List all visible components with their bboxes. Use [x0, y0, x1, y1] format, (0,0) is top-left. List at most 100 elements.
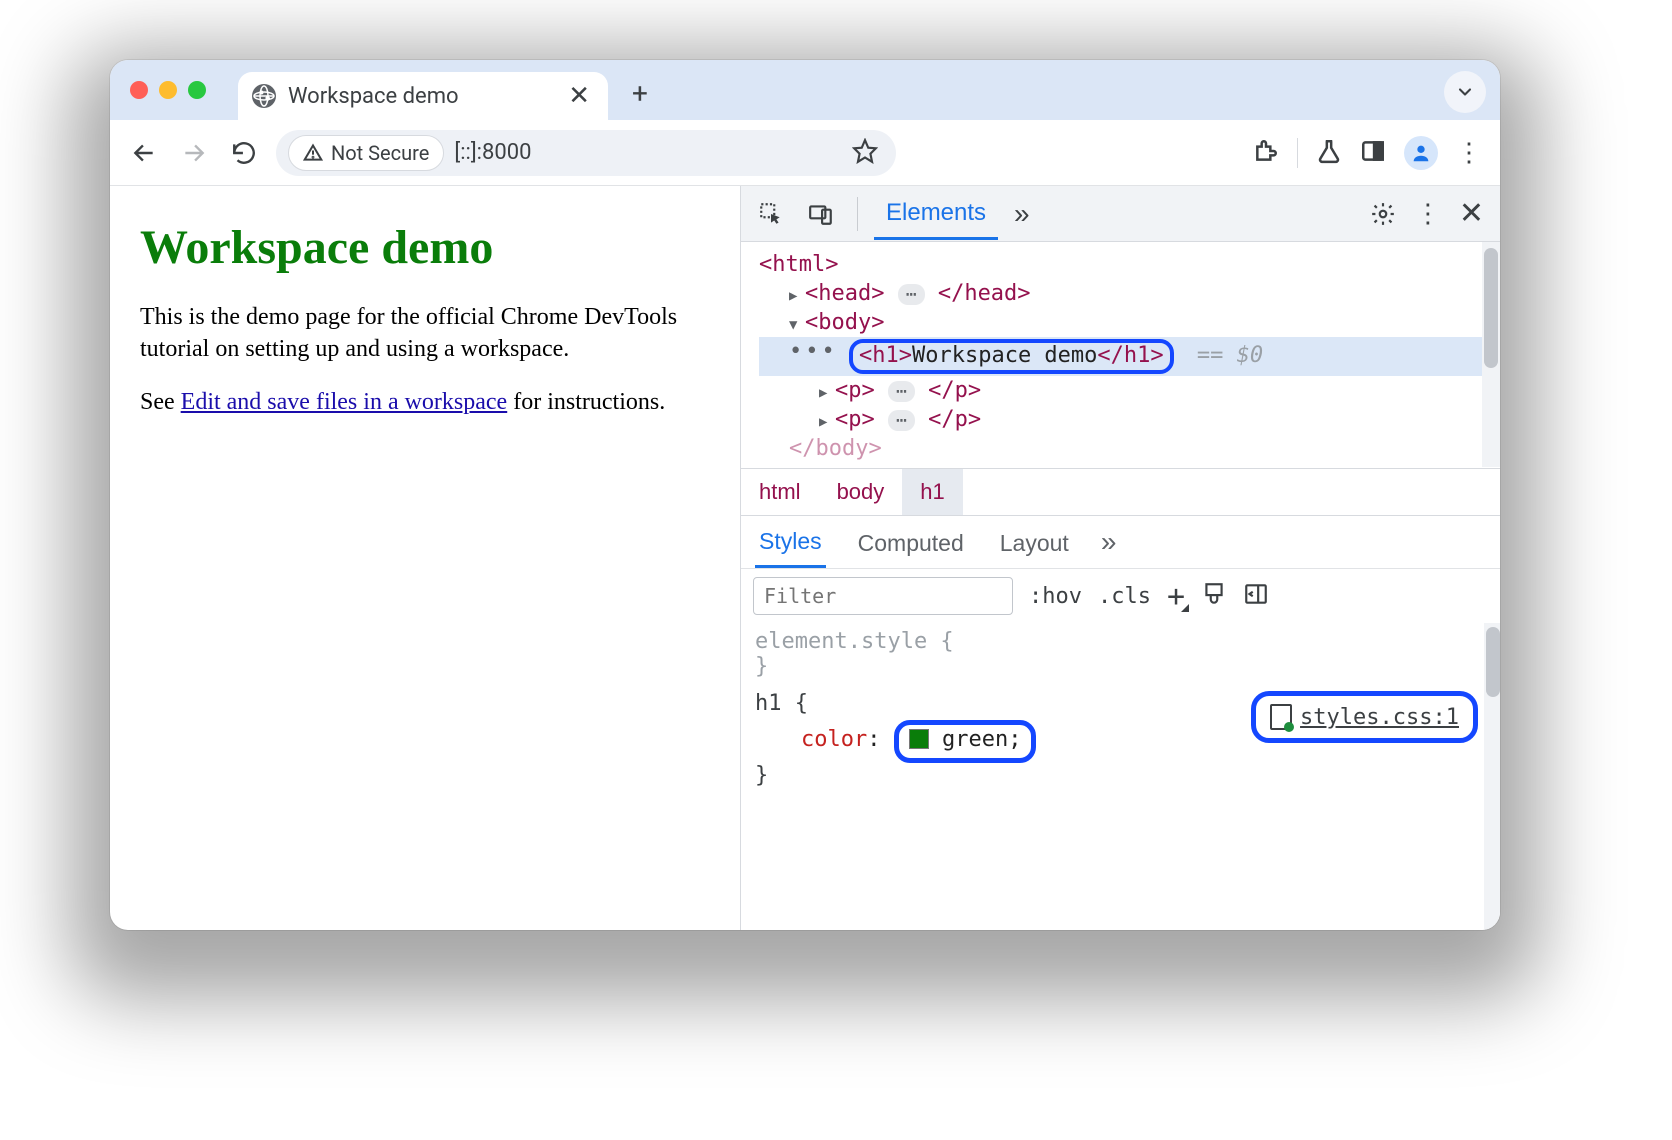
dom-html-open: <html> — [759, 252, 838, 277]
separator — [1297, 138, 1298, 168]
content-split: Workspace demo This is the demo page for… — [110, 186, 1500, 930]
para2-prefix: See — [140, 389, 181, 415]
styles-filter-input[interactable] — [753, 577, 1013, 615]
toolbar-right: ⋮ — [1253, 136, 1484, 170]
close-window-button[interactable] — [130, 81, 148, 99]
row-actions-icon[interactable]: ••• — [789, 339, 838, 364]
dom-p-open: <p> — [835, 378, 875, 403]
scrollbar[interactable] — [1482, 242, 1500, 467]
separator — [857, 197, 858, 231]
tab-strip: Workspace demo ✕ + — [110, 60, 1500, 120]
browser-menu-button[interactable]: ⋮ — [1456, 138, 1484, 168]
devtools-tab-elements[interactable]: Elements — [874, 187, 998, 240]
side-panel-icon — [1360, 138, 1386, 164]
scrollbar-thumb[interactable] — [1486, 627, 1500, 697]
security-chip[interactable]: Not Secure — [288, 135, 444, 171]
cls-toggle[interactable]: .cls — [1098, 584, 1151, 609]
crumb-h1[interactable]: h1 — [902, 469, 962, 515]
expand-icon[interactable] — [819, 378, 835, 403]
gear-icon — [1370, 201, 1396, 227]
tab-styles[interactable]: Styles — [755, 516, 826, 568]
dom-h1-open: <h1> — [859, 343, 912, 368]
scrollbar-thumb[interactable] — [1484, 248, 1498, 368]
color-value[interactable]: green; — [942, 727, 1021, 752]
globe-icon — [252, 84, 276, 108]
dom-selected-row[interactable]: ••• <h1>Workspace demo</h1> == $0 — [759, 337, 1500, 376]
fullscreen-window-button[interactable] — [188, 81, 206, 99]
kebab-icon: ⋮ — [1456, 138, 1484, 168]
browser-tab[interactable]: Workspace demo ✕ — [238, 72, 608, 120]
devtools-close-button[interactable]: ✕ — [1453, 196, 1490, 231]
expand-icon[interactable] — [819, 407, 835, 432]
para2-suffix: for instructions. — [507, 389, 665, 415]
ellipsis-icon[interactable]: ⋯ — [888, 381, 915, 402]
bookmark-button[interactable] — [852, 138, 878, 168]
color-property[interactable]: color — [801, 727, 867, 752]
arrow-right-icon — [181, 140, 207, 166]
dom-head-close: </head> — [938, 281, 1031, 306]
styles-tabs-overflow[interactable]: » — [1101, 526, 1117, 558]
profile-button[interactable] — [1404, 136, 1438, 170]
hov-toggle[interactable]: :hov — [1029, 584, 1082, 609]
tab-layout[interactable]: Layout — [996, 518, 1073, 567]
source-file-link[interactable]: styles.css:1 — [1300, 705, 1459, 730]
collapse-icon[interactable] — [789, 310, 805, 335]
color-swatch[interactable] — [909, 729, 929, 749]
address-bar[interactable]: Not Secure [::]:8000 — [276, 130, 896, 176]
devices-icon — [808, 201, 834, 227]
security-label: Not Secure — [331, 141, 429, 165]
dom-p2-open: <p> — [835, 407, 875, 432]
minimize-window-button[interactable] — [159, 81, 177, 99]
dom-h1-text: Workspace demo — [912, 343, 1097, 368]
expand-icon[interactable] — [789, 281, 805, 306]
puzzle-icon — [1253, 138, 1279, 164]
device-toggle-button[interactable] — [801, 194, 841, 234]
callout-highlight-source: styles.css:1 — [1251, 691, 1478, 743]
reload-button[interactable] — [226, 135, 262, 171]
callout-highlight: green; — [894, 720, 1037, 763]
ellipsis-icon[interactable]: ⋯ — [888, 410, 915, 431]
tabs-dropdown-button[interactable] — [1444, 71, 1486, 113]
devtools-panel: Elements » ⋮ ✕ <html> <head> ⋯ </head> <… — [740, 186, 1500, 930]
browser-toolbar: Not Secure [::]:8000 ⋮ — [110, 120, 1500, 186]
brush-icon — [1201, 581, 1227, 607]
tab-computed[interactable]: Computed — [854, 518, 968, 567]
tab-title: Workspace demo — [288, 84, 459, 109]
ellipsis-icon[interactable]: ⋯ — [898, 284, 925, 305]
toggle-sidebar-button[interactable] — [1243, 581, 1269, 611]
styles-toolbar: :hov .cls + — [741, 568, 1500, 623]
new-tab-button[interactable]: + — [622, 75, 658, 111]
url-text: [::]:8000 — [454, 140, 531, 165]
inspect-element-button[interactable] — [751, 194, 791, 234]
callout-highlight: <h1>Workspace demo</h1> — [849, 339, 1174, 374]
back-button[interactable] — [126, 135, 162, 171]
page-heading: Workspace demo — [140, 220, 710, 275]
devtools-settings-button[interactable] — [1363, 194, 1403, 234]
browser-window: Workspace demo ✕ + Not Secure [::]:8000 — [110, 60, 1500, 930]
new-style-rule-button[interactable]: + — [1167, 579, 1185, 614]
workspace-docs-link[interactable]: Edit and save files in a workspace — [181, 389, 508, 415]
devtools-menu-button[interactable]: ⋮ — [1415, 198, 1441, 229]
selected-indicator: == $0 — [1197, 343, 1263, 368]
element-style-selector: element.style { — [755, 629, 1486, 654]
scrollbar[interactable] — [1484, 623, 1500, 930]
computed-panel-button[interactable] — [1201, 581, 1227, 611]
extensions-button[interactable] — [1253, 138, 1279, 168]
dom-head-open: <head> — [805, 281, 884, 306]
devtools-tabs-overflow[interactable]: » — [1008, 198, 1036, 230]
dom-body-open: <body> — [805, 310, 884, 335]
crumb-html[interactable]: html — [741, 469, 819, 515]
page-paragraph-1: This is the demo page for the official C… — [140, 301, 710, 366]
labs-button[interactable] — [1316, 138, 1342, 168]
styles-rules[interactable]: element.style { } h1 { color: green; } — [741, 623, 1500, 802]
dom-breadcrumb: html body h1 — [741, 468, 1500, 515]
side-panel-button[interactable] — [1360, 138, 1386, 168]
sidebar-icon — [1243, 581, 1269, 607]
dom-tree[interactable]: <html> <head> ⋯ </head> <body> ••• <h1>W… — [741, 242, 1500, 467]
crumb-body[interactable]: body — [819, 469, 903, 515]
dom-p2-close: </p> — [928, 407, 981, 432]
styles-tab-strip: Styles Computed Layout » — [741, 515, 1500, 568]
warning-icon — [303, 143, 323, 163]
forward-button[interactable] — [176, 135, 212, 171]
close-tab-button[interactable]: ✕ — [568, 83, 590, 109]
